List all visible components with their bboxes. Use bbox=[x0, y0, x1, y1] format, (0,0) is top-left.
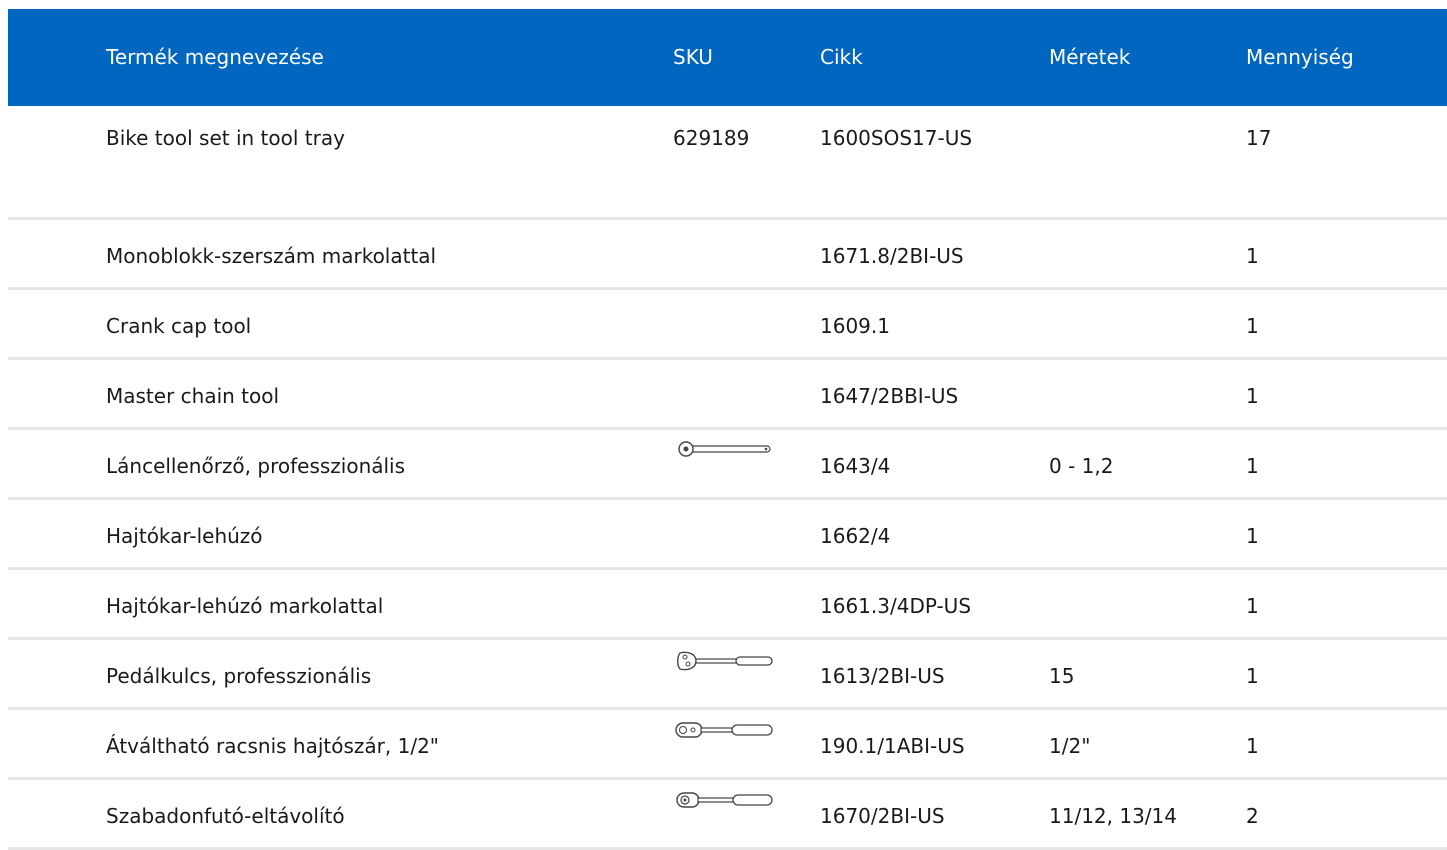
product-name: Hajtókar-lehúzó bbox=[106, 524, 263, 548]
table-row: Hajtókar-lehúzó 1662/4 1 bbox=[8, 500, 1447, 570]
product-size: 0 - 1,2 bbox=[1049, 454, 1114, 478]
product-name: Bike tool set in tool tray bbox=[106, 126, 345, 150]
product-article: 1661.3/4DP-US bbox=[820, 594, 972, 618]
product-article: 1670/2BI-US bbox=[820, 804, 945, 828]
product-quantity: 17 bbox=[1246, 126, 1272, 150]
product-article: 1643/4 bbox=[820, 454, 891, 478]
product-quantity: 2 bbox=[1246, 804, 1259, 828]
product-size: 1/2" bbox=[1049, 734, 1091, 758]
product-article: 1600SOS17-US bbox=[820, 126, 973, 150]
table-row: Átváltható racsnis hajtószár, 1/2" 190.1/… bbox=[8, 710, 1447, 780]
column-header-mennyiseg: Mennyiség bbox=[1246, 45, 1354, 69]
product-article: 1647/2BBI-US bbox=[820, 384, 959, 408]
pedal-wrench-icon bbox=[674, 650, 774, 678]
product-sku: 629189 bbox=[673, 126, 750, 150]
product-article: 1671.8/2BI-US bbox=[820, 244, 964, 268]
table-row: Láncellenőrző, professzionális 1643/4 0 - … bbox=[8, 430, 1447, 500]
product-name: Crank cap tool bbox=[106, 314, 252, 338]
product-article: 1662/4 bbox=[820, 524, 891, 548]
product-quantity: 1 bbox=[1246, 314, 1259, 338]
table-row: Monoblokk-szerszám markolattal 1671.8/2BI… bbox=[8, 220, 1447, 290]
column-header-cikk: Cikk bbox=[820, 45, 863, 69]
product-name: Szabadonfutó-eltávolító bbox=[106, 804, 345, 828]
product-size: 11/12, 13/14 bbox=[1049, 804, 1177, 828]
product-name: Láncellenőrző, professzionális bbox=[106, 454, 406, 478]
table-row: Hajtókar-lehúzó markolattal 1661.3/4DP-US… bbox=[8, 570, 1447, 640]
product-article: 1609.1 bbox=[820, 314, 890, 338]
table-row: Szabadonfutó-eltávolító 1670/2BI-US 11/12,… bbox=[8, 780, 1447, 850]
table-body: Bike tool set in tool tray 629189 1600SOS1… bbox=[8, 106, 1447, 850]
product-name: Master chain tool bbox=[106, 384, 280, 408]
product-quantity: 1 bbox=[1246, 524, 1259, 548]
table-row: Pedálkulcs, professzionális 1613/2BI-US 15… bbox=[8, 640, 1447, 710]
table-row: Crank cap tool 1609.1 1 bbox=[8, 290, 1447, 360]
product-article: 1613/2BI-US bbox=[820, 664, 945, 688]
product-quantity: 1 bbox=[1246, 594, 1259, 618]
column-header-sku: SKU bbox=[673, 45, 713, 69]
product-quantity: 1 bbox=[1246, 734, 1259, 758]
product-table: Termék megnevezése SKU Cikk Méretek Menn… bbox=[8, 9, 1447, 850]
table-header: Termék megnevezése SKU Cikk Méretek Menn… bbox=[8, 9, 1447, 106]
ratchet-icon bbox=[674, 720, 774, 746]
product-quantity: 1 bbox=[1246, 244, 1259, 268]
product-quantity: 1 bbox=[1246, 664, 1259, 688]
product-quantity: 1 bbox=[1246, 454, 1259, 478]
product-article: 190.1/1ABI-US bbox=[820, 734, 965, 758]
product-name: Monoblokk-szerszám markolattal bbox=[106, 244, 437, 268]
table-row: Master chain tool 1647/2BBI-US 1 bbox=[8, 360, 1447, 430]
product-name: Pedálkulcs, professzionális bbox=[106, 664, 372, 688]
product-name: Hajtókar-lehúzó markolattal bbox=[106, 594, 384, 618]
column-header-meretek: Méretek bbox=[1049, 45, 1131, 69]
product-size: 15 bbox=[1049, 664, 1075, 688]
product-name: Átváltható racsnis hajtószár, 1/2" bbox=[106, 734, 439, 758]
chain-checker-icon bbox=[674, 440, 774, 466]
product-quantity: 1 bbox=[1246, 384, 1259, 408]
table-row: Bike tool set in tool tray 629189 1600SOS1… bbox=[8, 106, 1447, 220]
freewheel-remover-icon bbox=[674, 790, 774, 816]
column-header-name: Termék megnevezése bbox=[106, 45, 324, 69]
